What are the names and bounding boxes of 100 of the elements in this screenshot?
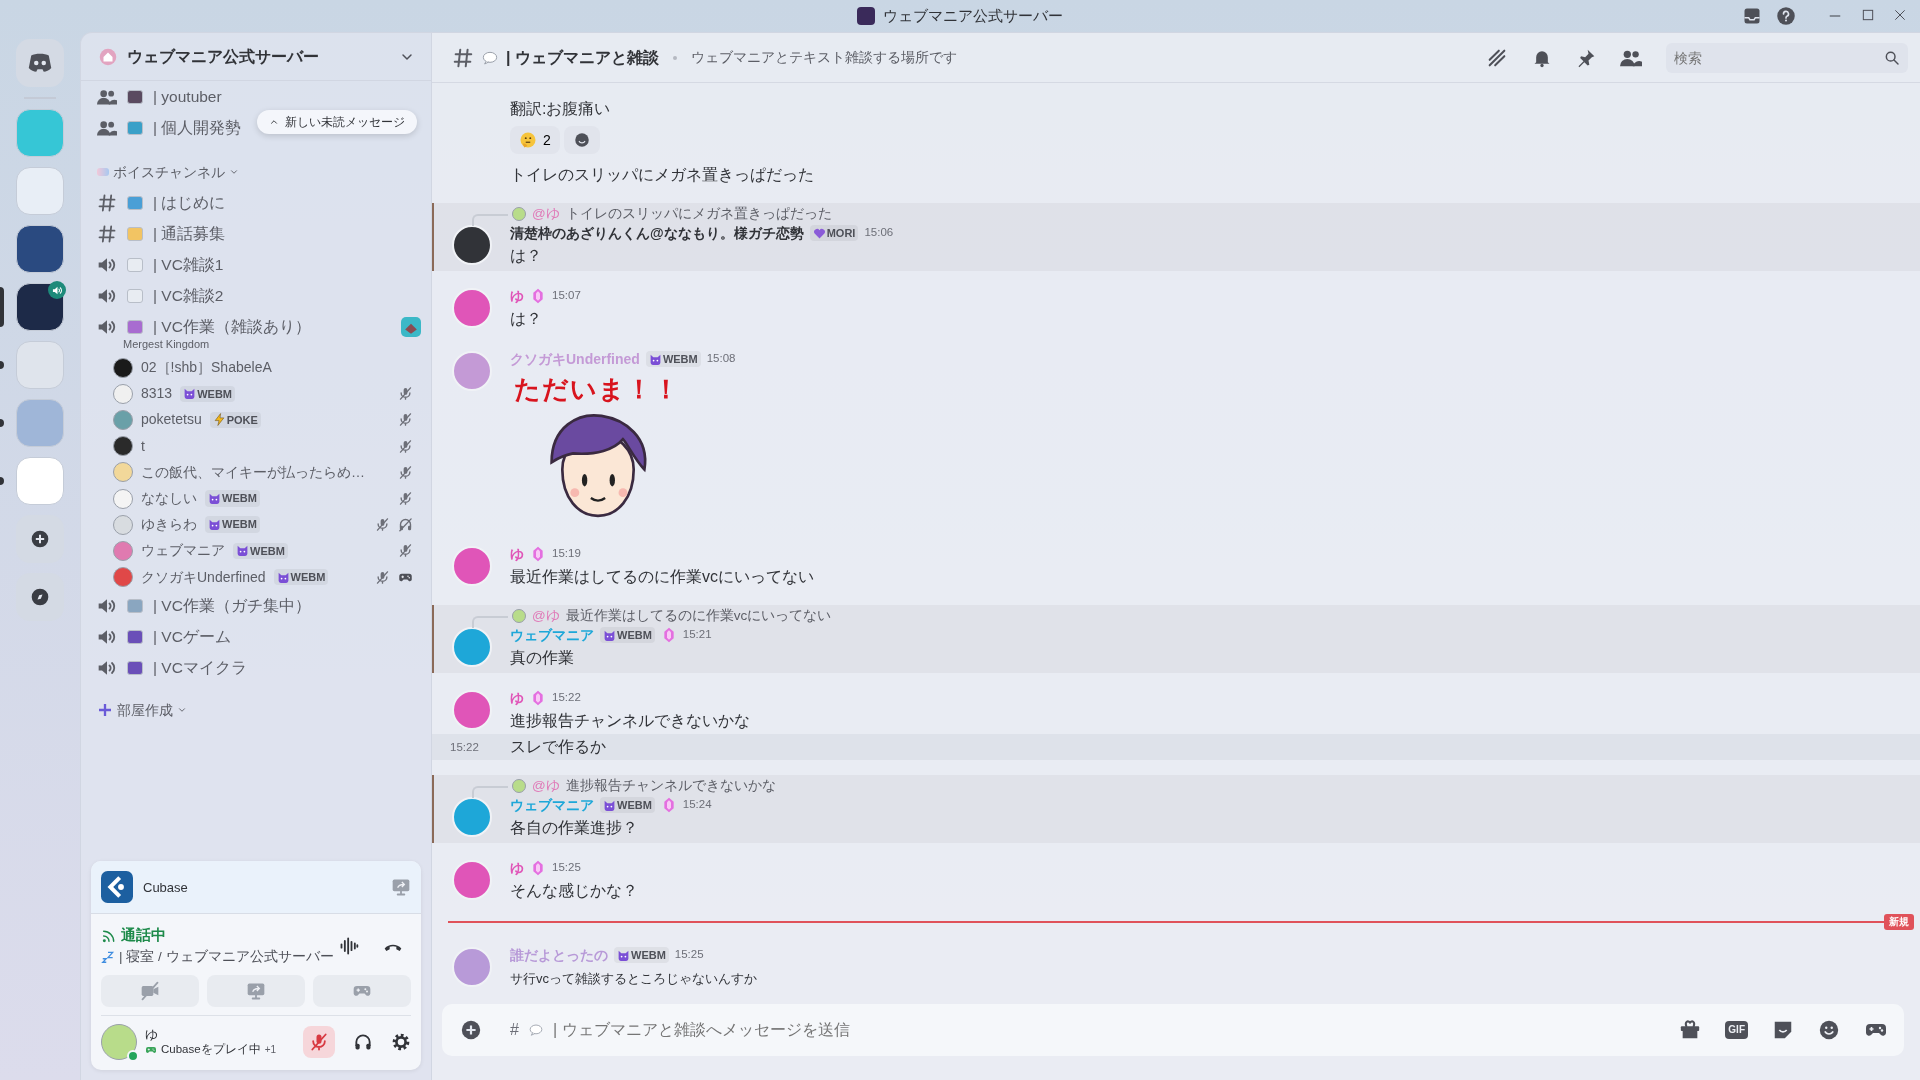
headphones-icon[interactable]: [353, 1032, 373, 1052]
reply-preview[interactable]: 最近作業はしてるのに作業vcにいってない: [565, 605, 832, 627]
channel-item[interactable]: | 通話募集: [91, 218, 421, 249]
member-name[interactable]: 8313: [141, 383, 173, 405]
discover-button[interactable]: [16, 573, 64, 621]
emoji-icon[interactable]: [1818, 1019, 1840, 1041]
window-title: ウェブマニア公式サーバー: [883, 5, 1063, 26]
timestamp: 15:19: [552, 546, 581, 562]
message-input-field[interactable]: | ウェブマニアと雑談へメッセージを送信: [552, 1018, 1670, 1042]
timestamp: 15:24: [682, 797, 712, 813]
channel-name: | はじめに: [153, 192, 227, 213]
server-icon[interactable]: [16, 283, 64, 331]
member-name[interactable]: poketetsu: [141, 409, 202, 431]
inbox-icon[interactable]: [1742, 6, 1762, 26]
new-unread-messages-button[interactable]: 新しい未読メッセージ: [257, 110, 417, 134]
reaction-button[interactable]: 2: [510, 126, 560, 154]
member-name[interactable]: この飯代、マイキーが払ったらめ…: [141, 461, 365, 483]
timestamp: 15:22: [552, 690, 581, 706]
member-name[interactable]: 02［!shb］ShabeleA: [141, 357, 272, 379]
timestamp: 15:22: [450, 740, 479, 755]
channel-item[interactable]: | VCマイクラ: [91, 652, 421, 684]
settings-icon[interactable]: [391, 1032, 411, 1052]
channel-item[interactable]: | VCゲーム: [91, 621, 421, 653]
user-avatar: [113, 409, 133, 430]
voice-status[interactable]: 通話中: [121, 924, 166, 947]
timestamp: 15:25: [552, 860, 581, 876]
create-room-button[interactable]: 部屋作成: [117, 699, 173, 721]
search-icon: [1884, 49, 1900, 66]
maximize-icon[interactable]: [1860, 7, 1876, 23]
timestamp: 15:21: [682, 627, 712, 643]
role-tag: WEBM: [600, 796, 655, 814]
gift-icon[interactable]: [1679, 1019, 1702, 1041]
author-name[interactable]: ゆ: [510, 687, 524, 709]
author-name[interactable]: ゆ: [510, 543, 524, 565]
gif-button[interactable]: GIF: [1725, 1021, 1748, 1039]
muted-mic-icon: [398, 491, 413, 507]
activity-name: Mergest Kingdom: [122, 337, 211, 352]
muted-mic-icon: [398, 386, 413, 402]
mute-button[interactable]: [303, 1026, 335, 1058]
server-name[interactable]: ウェブマニア公式サーバー: [127, 44, 389, 69]
unread-indicator: [0, 477, 4, 485]
user-avatar: [113, 383, 133, 404]
reply-avatar: [512, 779, 526, 793]
author-name[interactable]: ゆ: [510, 857, 524, 879]
channel-name: | youtuber: [153, 86, 222, 107]
channel-item[interactable]: | VC雑談1: [91, 249, 421, 280]
role-tag: WEBM: [205, 516, 260, 533]
channel-emoji-icon: [127, 660, 143, 675]
channel-name: | 通話募集: [153, 223, 227, 244]
add-reaction-button[interactable]: [563, 126, 600, 154]
noise-suppression-icon[interactable]: [339, 935, 359, 956]
server-icon[interactable]: [16, 225, 64, 273]
search-field[interactable]: 検索: [1666, 42, 1908, 73]
chevron-up-icon: [269, 117, 279, 127]
user-avatar: [113, 488, 133, 509]
reply-preview[interactable]: 進捗報告チャンネルできないかな: [565, 775, 776, 797]
role-tag: WEBM: [600, 626, 655, 644]
channel-name: | VC作業（ガチ集中）: [153, 596, 312, 617]
help-icon[interactable]: [1776, 6, 1796, 26]
role-tag: WEBM: [645, 350, 701, 368]
cat-icon: [603, 798, 616, 812]
channel-item[interactable]: | はじめに: [91, 187, 421, 218]
member-name[interactable]: ウェブマニア: [141, 540, 225, 562]
user-avatar: [113, 462, 133, 483]
channel-item[interactable]: | youtuber: [91, 81, 228, 112]
channel-emoji-icon: [127, 120, 143, 135]
chevron-down-icon: [229, 167, 239, 177]
channel-item[interactable]: | VC雑談2: [91, 280, 421, 311]
member-name[interactable]: クソガキUnderfined: [141, 566, 266, 588]
home-button[interactable]: [16, 39, 64, 87]
channel-item[interactable]: | VC作業（ガチ集中）: [91, 590, 421, 622]
reply-preview[interactable]: トイレのスリッパにメガネ置きっぱだった: [565, 203, 832, 225]
message-text: そんな感じかな？: [510, 882, 638, 899]
timestamp: 15:08: [706, 351, 736, 367]
member-name[interactable]: ななしい: [141, 488, 197, 510]
member-name[interactable]: t: [141, 435, 145, 457]
activity-app-icon: [401, 316, 421, 337]
author-name[interactable]: 清楚枠のあざりんくん@ななもり。様ガチ恋勢: [510, 222, 804, 244]
add-server-button[interactable]: [16, 515, 64, 563]
role-tag: WEBM: [233, 542, 288, 560]
muted-mic-icon: [398, 438, 413, 454]
sticker-icon[interactable]: [1772, 1019, 1794, 1041]
channel-name: | VC雑談2: [153, 285, 225, 306]
author-name[interactable]: ゆ: [510, 285, 524, 307]
activity-title: Cubase: [143, 878, 189, 897]
category-name[interactable]: ボイスチャンネル: [113, 161, 225, 183]
close-icon[interactable]: [1892, 7, 1908, 23]
member-name[interactable]: ゆきらわ: [141, 514, 197, 536]
reply-avatar: [512, 609, 526, 623]
heart-icon: [812, 226, 826, 240]
role-tag: MORI: [809, 224, 859, 242]
voice-location[interactable]: | 寝室 / ウェブマニア公式サーバー: [119, 946, 334, 967]
pin-icon[interactable]: [1576, 47, 1596, 68]
attach-icon[interactable]: [460, 1019, 482, 1041]
channel-item[interactable]: | 個人開発勢: [91, 112, 248, 143]
selected-indicator: [0, 287, 4, 327]
message-text: サ行vcって雑談するところじゃないんすか: [510, 971, 757, 986]
sleep-icon: [101, 949, 115, 964]
message-composer[interactable]: # | ウェブマニアと雑談へメッセージを送信 GIF: [442, 1004, 1904, 1056]
cat-icon: [617, 948, 630, 962]
